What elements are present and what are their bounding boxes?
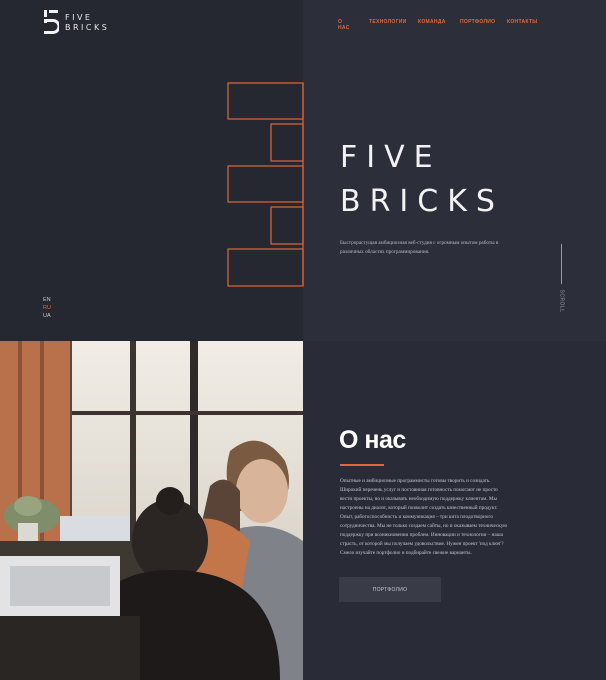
lang-ru[interactable]: RU — [43, 304, 51, 312]
scroll-indicator[interactable]: SCROLL — [556, 244, 566, 314]
logo-line-2: BRICKS — [65, 22, 110, 32]
about-section — [0, 341, 606, 680]
hero-description: Быстрорастущая амбициозная веб-студия с … — [340, 240, 499, 255]
hero-title-line-1: FIVE — [340, 140, 442, 175]
lang-en[interactable]: EN — [43, 296, 51, 304]
about-title-underline — [340, 464, 384, 466]
scroll-label: SCROLL — [558, 289, 565, 313]
about-title: О нас — [339, 426, 406, 454]
five-bricks-logo-icon — [44, 10, 59, 34]
team-photo-illustration — [0, 341, 303, 680]
hero-left-panel — [0, 0, 303, 341]
team-photo — [0, 341, 303, 680]
nav-item-contacts[interactable]: КОНТАКТЫ — [507, 19, 537, 25]
language-switcher: EN RU UA — [43, 296, 51, 320]
logo[interactable]: FIVE BRICKS — [43, 10, 109, 35]
portfolio-button[interactable]: ПОРТФОЛИО — [339, 577, 441, 602]
logo-text: FIVE BRICKS — [65, 13, 109, 33]
scroll-line-icon — [561, 244, 562, 284]
nav-item-portfolio[interactable]: ПОРТФОЛИО — [460, 19, 495, 25]
nav-item-technologies[interactable]: ТЕХНОЛОГИИ — [369, 19, 407, 25]
hero-title: FIVE BRICKS — [340, 136, 504, 224]
about-text: Опытные и амбициозные программисты готов… — [340, 478, 508, 556]
hero-title-line-2: BRICKS — [340, 184, 504, 219]
logo-line-1: FIVE — [65, 12, 93, 22]
lang-ua[interactable]: UA — [43, 312, 51, 320]
hero-section: FIVE BRICKS О НАС ТЕХНОЛОГИИ КОМАНДА ПОР… — [0, 0, 606, 341]
nav-item-about[interactable]: О НАС — [338, 19, 350, 31]
nav-item-team[interactable]: КОМАНДА — [418, 19, 446, 25]
